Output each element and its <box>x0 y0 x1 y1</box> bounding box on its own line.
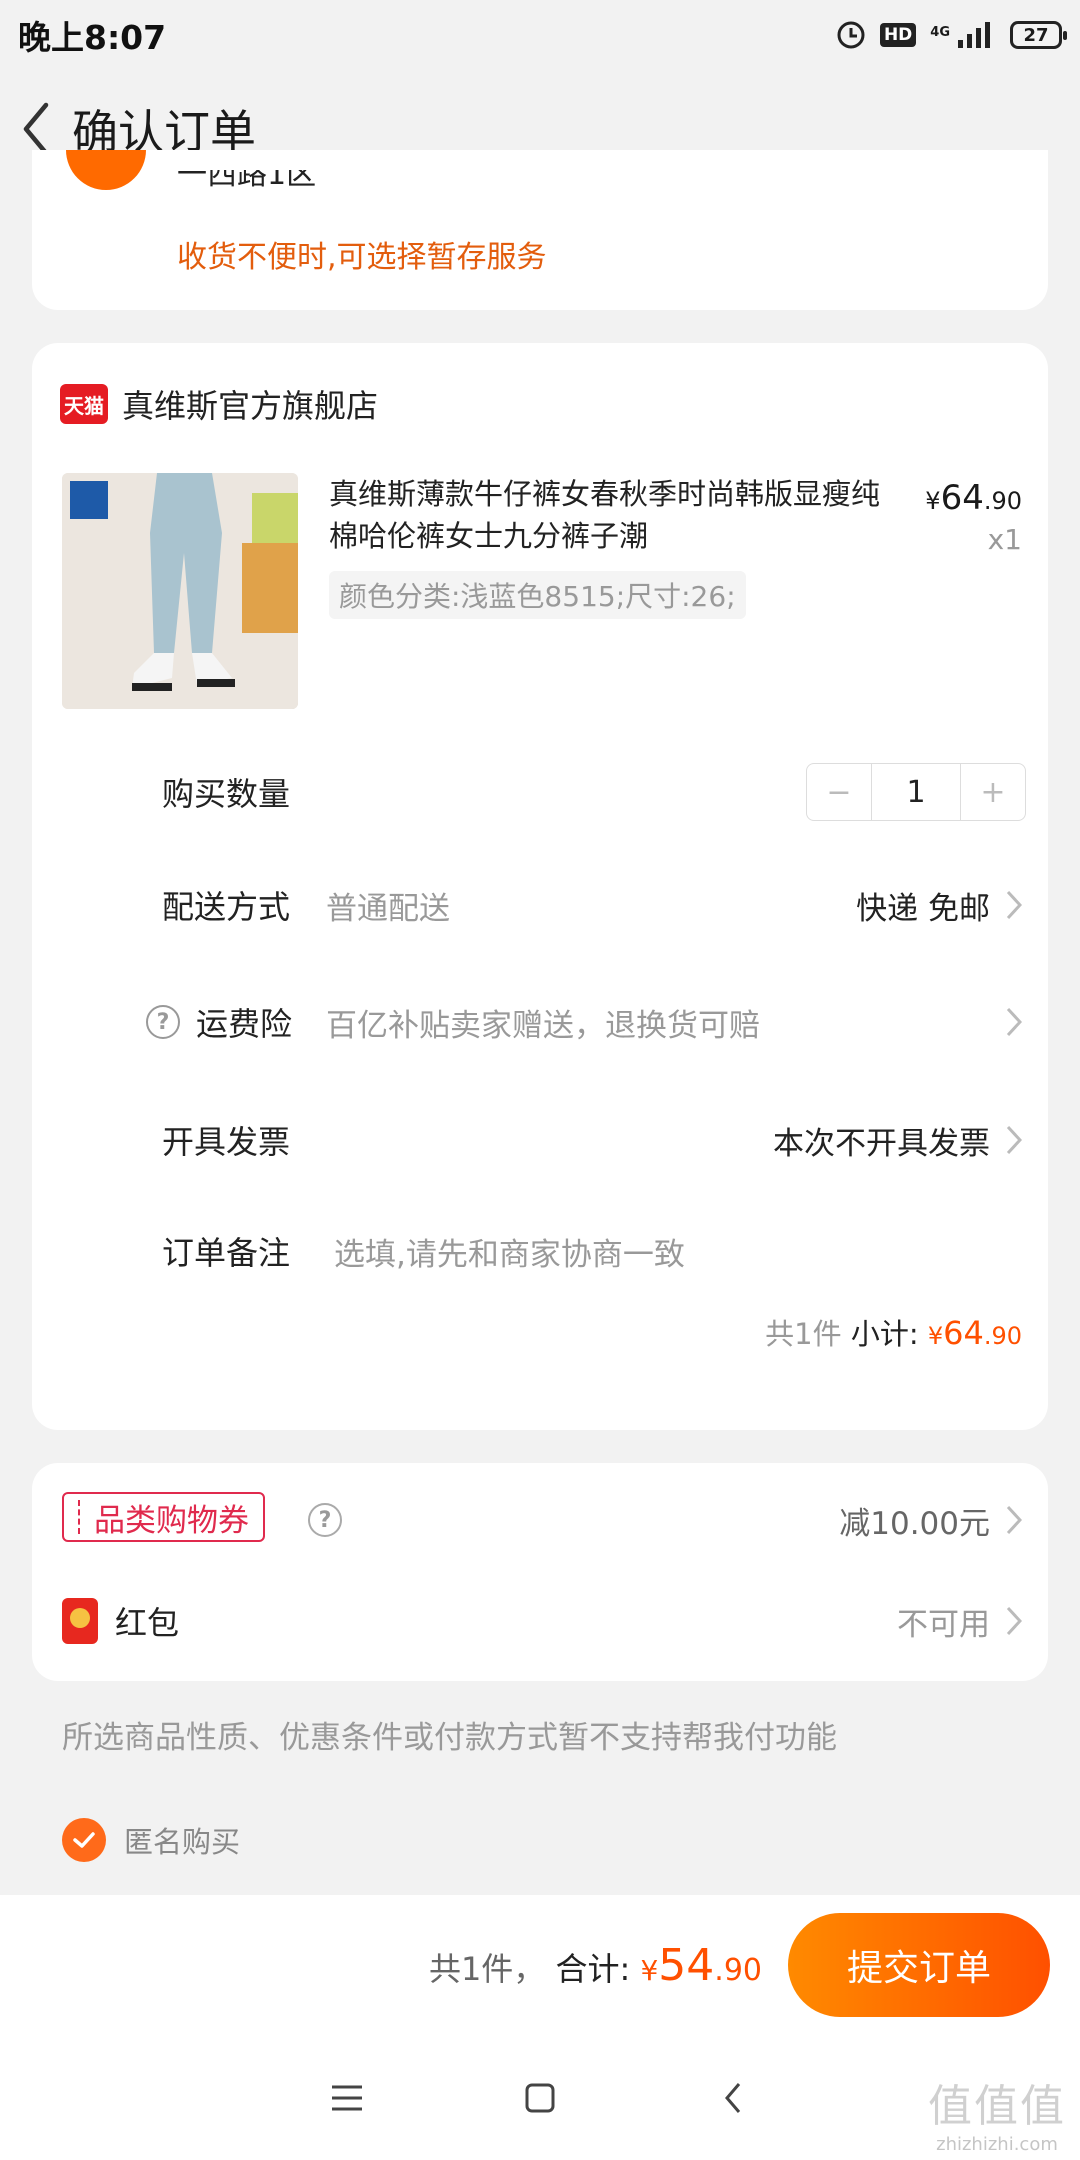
order-total: 共1件， 合计: ¥54.90 <box>429 1940 762 1991</box>
product-sku[interactable]: 颜色分类:浅蓝色8515;尺寸:26; <box>329 571 746 619</box>
watermark-site: zhizhizhi.com <box>936 2134 1058 2155</box>
status-bar: 晚上8:07 HD 4G 27 <box>0 0 1080 70</box>
alarm-icon <box>836 20 866 50</box>
menu-icon[interactable] <box>317 2068 377 2128</box>
status-time: 晚上8:07 <box>18 18 167 57</box>
decrease-button[interactable]: − <box>807 764 871 820</box>
subtotal-amount: ¥64.90 <box>927 1314 1022 1352</box>
total-integer: 54 <box>658 1939 715 1991</box>
delivery-row[interactable]: 配送方式 普通配送 快递 免邮 <box>32 865 1048 945</box>
shop-header[interactable]: 天猫 真维斯官方旗舰店 <box>60 381 378 427</box>
product-quantity: x1 <box>987 523 1022 556</box>
watermark-logo: 值值值 <box>928 2081 1066 2132</box>
delivery-value: 快递 免邮 <box>856 890 990 927</box>
remark-input[interactable]: 选填,请先和商家协商一致 <box>334 1229 685 1274</box>
anonymous-purchase[interactable]: 匿名购买 <box>62 1818 240 1862</box>
subtotal-currency: ¥ <box>927 1322 944 1350</box>
product-price: ¥64.90 <box>925 478 1022 518</box>
shop-order-card: 天猫 真维斯官方旗舰店 真维斯薄款牛仔裤女春秋季时尚韩版显瘦纯棉哈伦裤女士九分裤… <box>32 343 1048 1430</box>
coupon-row[interactable]: 品类购物券 ? 减10.00元 <box>32 1480 1048 1560</box>
delivery-method: 普通配送 <box>326 890 450 927</box>
anonymous-label: 匿名购买 <box>124 1825 241 1859</box>
chevron-right-icon <box>1002 1122 1026 1158</box>
increase-button[interactable]: + <box>961 764 1025 820</box>
chevron-right-icon <box>1002 887 1026 923</box>
red-packet-label: 红包 <box>115 1604 180 1642</box>
storage-service-hint[interactable]: 收货不便时,可选择暂存服务 <box>177 232 547 276</box>
help-icon[interactable]: ? <box>146 1005 180 1039</box>
red-packet-icon <box>62 1598 98 1644</box>
total-decimal: .90 <box>714 1952 762 1988</box>
price-currency: ¥ <box>925 487 941 515</box>
quantity-value[interactable]: 1 <box>871 764 961 820</box>
total-amount: ¥54.90 <box>640 1940 762 1991</box>
red-packet-row[interactable]: 红包 不可用 <box>32 1581 1048 1661</box>
shipping-insurance-label: 运费险 <box>196 1005 293 1043</box>
battery-icon: 27 <box>1010 21 1067 49</box>
chevron-right-icon <box>1002 1603 1026 1639</box>
remark-row: 订单备注 选填,请先和商家协商一致 <box>32 1211 1048 1291</box>
invoice-label: 开具发票 <box>162 1123 291 1161</box>
invoice-value: 本次不开具发票 <box>773 1125 990 1162</box>
subtotal-decimal: .90 <box>983 1322 1022 1350</box>
shop-name: 真维斯官方旗舰店 <box>122 387 379 425</box>
total-currency: ¥ <box>640 1953 659 1987</box>
red-packet-value: 不可用 <box>897 1606 990 1643</box>
invoice-row[interactable]: 开具发票 本次不开具发票 <box>32 1100 1048 1180</box>
hd-icon: HD <box>879 23 917 47</box>
back-icon[interactable] <box>703 2068 763 2128</box>
delivery-label: 配送方式 <box>162 888 291 926</box>
subtotal-integer: 64 <box>943 1314 984 1352</box>
tmall-badge: 天猫 <box>60 384 108 424</box>
shipping-insurance-desc: 百亿补贴卖家赠送，退换货可赔 <box>326 1007 760 1044</box>
system-navigation <box>0 2035 1080 2160</box>
chevron-right-icon <box>1002 1004 1026 1040</box>
signal-icon <box>956 20 996 50</box>
coupon-value: 减10.00元 <box>839 1505 990 1542</box>
chevron-right-icon <box>1002 1502 1026 1538</box>
quantity-label: 购买数量 <box>162 775 291 813</box>
promotions-card: 品类购物券 ? 减10.00元 红包 不可用 <box>32 1463 1048 1681</box>
shipping-insurance-row[interactable]: ? 运费险 百亿补贴卖家赠送，退换货可赔 <box>32 982 1048 1062</box>
product-image[interactable] <box>62 473 298 709</box>
checkbox-checked-icon[interactable] <box>62 1818 106 1862</box>
checkout-bar: 共1件， 合计: ¥54.90 提交订单 <box>0 1895 1080 2035</box>
total-label: 合计: <box>555 1949 631 1988</box>
price-decimal: .90 <box>983 487 1022 515</box>
chevron-left-icon <box>23 102 49 156</box>
subtotal: 共1件 小计: ¥64.90 <box>765 1311 1022 1353</box>
help-icon[interactable]: ? <box>308 1503 342 1537</box>
product-title[interactable]: 真维斯薄款牛仔裤女春秋季时尚韩版显瘦纯棉哈伦裤女士九分裤子潮 <box>329 473 889 557</box>
submit-order-button[interactable]: 提交订单 <box>788 1913 1050 2017</box>
address-text: 一西路1区 <box>177 170 317 192</box>
pay-for-me-notice: 所选商品性质、优惠条件或付款方式暂不支持帮我付功能 <box>62 1720 837 1756</box>
coupon-tag: 品类购物券 <box>62 1492 265 1542</box>
home-icon[interactable] <box>510 2068 570 2128</box>
status-icons: HD 4G 27 <box>836 20 1067 50</box>
watermark: 值值值 zhizhizhi.com <box>928 2070 1066 2155</box>
total-count: 共1件， <box>428 1949 546 1988</box>
price-integer: 64 <box>940 478 984 518</box>
subtotal-label: 小计: <box>850 1317 919 1351</box>
address-card[interactable]: 一西路1区 收货不便时,可选择暂存服务 <box>32 150 1048 310</box>
subtotal-count: 共1件 <box>765 1317 842 1351</box>
quantity-stepper: − 1 + <box>806 763 1026 821</box>
network-type: 4G <box>930 25 950 40</box>
location-icon <box>66 150 146 190</box>
remark-label: 订单备注 <box>162 1234 291 1272</box>
